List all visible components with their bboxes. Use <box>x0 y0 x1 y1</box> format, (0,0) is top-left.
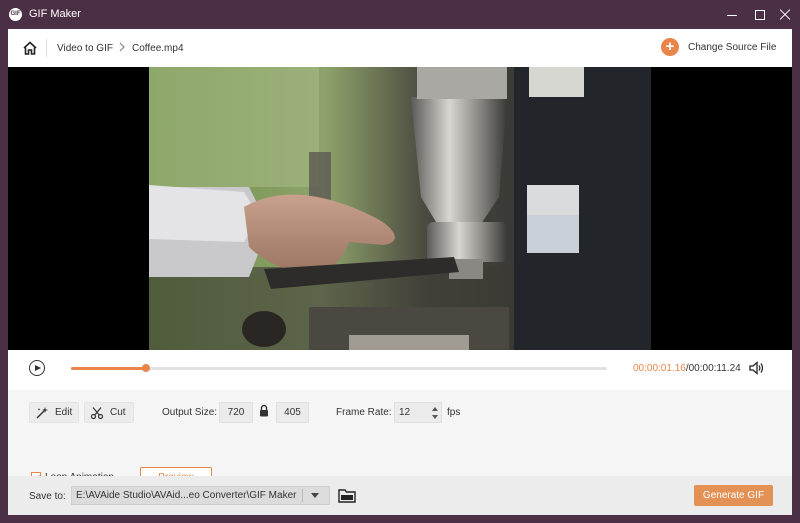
increment-arrow-icon[interactable] <box>432 407 438 411</box>
playback-controls: 00:00:01.16/00:00:11.24 <box>8 350 792 390</box>
dropdown-divider <box>302 489 303 502</box>
save-to-label: Save to: <box>29 491 66 502</box>
change-source-label: Change Source File <box>688 42 777 53</box>
save-path-select[interactable]: E:\AVAide Studio\AVAid...eo Converter\GI… <box>71 486 330 505</box>
edit-label: Edit <box>55 407 73 418</box>
frame-rate-label: Frame Rate: <box>336 407 392 418</box>
edit-button[interactable]: Edit <box>29 402 79 423</box>
main-panel: Video to GIF Coffee.mp4 + Change Source … <box>8 29 792 515</box>
progress-thumb[interactable] <box>142 364 151 372</box>
change-source-button[interactable]: + Change Source File <box>661 38 786 58</box>
cut-label: Cut <box>110 407 126 418</box>
decrement-arrow-icon[interactable] <box>432 415 438 419</box>
plus-icon: + <box>661 38 679 56</box>
play-icon[interactable] <box>29 360 45 376</box>
gif-settings-panel: Edit Cut Output Size: 720 405 Frame Rate… <box>8 390 792 488</box>
scissors-icon <box>90 407 104 420</box>
total-time: /00:00:11.24 <box>685 363 741 374</box>
width-input[interactable]: 720 <box>219 402 253 423</box>
video-preview[interactable] <box>8 67 792 350</box>
close-button[interactable] <box>776 6 794 24</box>
nav-divider <box>46 39 47 57</box>
frame-rate-value: 12 <box>399 407 411 418</box>
minimize-button[interactable] <box>723 6 741 24</box>
top-navigation: Video to GIF Coffee.mp4 + Change Source … <box>8 29 792 67</box>
height-input[interactable]: 405 <box>276 402 309 423</box>
frame-rate-stepper[interactable]: 12 <box>394 402 442 423</box>
progress-fill <box>71 367 147 370</box>
title-bar: GIF GIF Maker <box>0 0 800 29</box>
cut-button[interactable]: Cut <box>84 402 134 423</box>
time-readout: 00:00:01.16/00:00:11.24 <box>633 363 741 374</box>
home-icon[interactable] <box>22 40 38 56</box>
save-bar: Save to: E:\AVAide Studio\AVAid...eo Con… <box>8 476 792 515</box>
video-frame-image <box>149 67 651 350</box>
save-path-value: E:\AVAide Studio\AVAid...eo Converter\GI… <box>76 490 297 501</box>
lock-icon[interactable] <box>259 404 269 417</box>
maximize-button[interactable] <box>751 6 769 24</box>
chevron-down-icon[interactable] <box>311 493 319 498</box>
breadcrumb-video-to-gif[interactable]: Video to GIF <box>57 43 113 54</box>
fps-unit-label: fps <box>447 407 461 418</box>
output-size-label: Output Size: <box>162 407 218 418</box>
chevron-right-icon <box>119 42 125 52</box>
app-logo: GIF <box>9 8 22 21</box>
generate-gif-button[interactable]: Generate GIF <box>694 485 773 506</box>
breadcrumb-file: Coffee.mp4 <box>132 43 184 54</box>
window-title: GIF Maker <box>29 8 81 20</box>
magic-wand-icon <box>36 407 48 419</box>
current-time: 00:00:01.16 <box>633 363 686 374</box>
volume-icon[interactable] <box>749 361 765 375</box>
progress-track[interactable] <box>71 364 607 372</box>
folder-icon[interactable] <box>338 488 356 503</box>
